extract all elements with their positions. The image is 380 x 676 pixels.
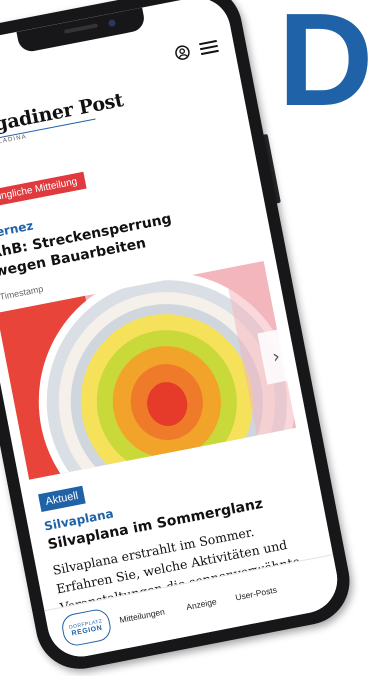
phone-notch bbox=[16, 7, 147, 54]
hamburger-menu-icon[interactable] bbox=[198, 39, 219, 56]
speaker-grille bbox=[63, 23, 99, 34]
article-timestamp: Timestamp bbox=[0, 283, 45, 302]
nav-item-user-posts[interactable]: User-Posts bbox=[234, 585, 277, 603]
article-hero-image[interactable] bbox=[0, 260, 297, 480]
nav-item-mitteilungen[interactable]: Mitteilungen bbox=[119, 606, 166, 625]
user-icon[interactable] bbox=[173, 43, 192, 62]
region-button[interactable]: DORFPLATZ REGION bbox=[59, 607, 113, 648]
camera-icon bbox=[107, 18, 117, 28]
background-letter: D bbox=[278, 0, 374, 133]
urgent-notice-badge: Dringliche Mitteilung bbox=[0, 171, 87, 209]
nav-item-anzeige[interactable]: Anzeige bbox=[185, 596, 217, 612]
header-actions bbox=[173, 38, 219, 62]
article-headline[interactable]: RhB: Streckensperrung wegen Bauarbeiten bbox=[0, 201, 223, 282]
chevron-right-icon: › bbox=[270, 345, 282, 368]
article-tag-badge: Aktuell bbox=[38, 485, 86, 513]
